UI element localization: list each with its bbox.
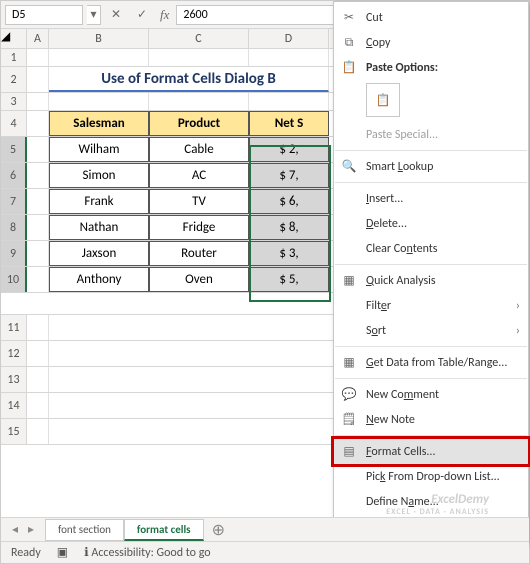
col-header-d[interactable]: D: [249, 29, 329, 48]
sheet-tab-font-section[interactable]: font section: [45, 519, 124, 541]
menu-sort[interactable]: Sort›: [334, 318, 528, 343]
menu-insert[interactable]: Insert...: [334, 186, 528, 211]
enter-fx-button[interactable]: ✓: [131, 5, 153, 25]
row-header[interactable]: 5: [1, 137, 27, 162]
select-all-corner[interactable]: ◢: [1, 29, 27, 48]
sheet-tab-format-cells[interactable]: format cells: [124, 519, 204, 541]
tab-nav-prev[interactable]: ◂: [7, 522, 23, 537]
row-header[interactable]: 12: [1, 341, 27, 366]
cell[interactable]: $ 2,: [249, 137, 329, 162]
status-bar: Ready ▣ ℹ Accessibility: Good to go: [1, 541, 529, 563]
name-box-dropdown[interactable]: ▾: [87, 5, 101, 25]
cell[interactable]: Oven: [149, 267, 249, 292]
table-header[interactable]: Net S: [249, 111, 329, 136]
row-header[interactable]: 11: [1, 315, 27, 340]
comment-icon: 💬: [340, 386, 358, 404]
macro-record-icon[interactable]: ▣: [57, 545, 68, 560]
copy-icon: ⧉: [340, 34, 358, 52]
status-accessibility[interactable]: ℹ Accessibility: Good to go: [84, 545, 211, 560]
chevron-right-icon: ›: [516, 324, 520, 338]
cell[interactable]: Fridge: [149, 215, 249, 240]
menu-pick-dropdown[interactable]: Pick From Drop-down List...: [334, 464, 528, 489]
sheet-tabs: ◂ ▸ font section format cells ⊕: [1, 517, 529, 541]
menu-cut[interactable]: ✂Cut: [334, 5, 528, 30]
cell[interactable]: $ 7,: [249, 163, 329, 188]
menu-paste-special: Paste Special...: [334, 122, 528, 147]
row-header[interactable]: 3: [1, 93, 27, 110]
page-title: Use of Format Cells Dialog B: [101, 70, 276, 88]
name-box[interactable]: D5: [5, 5, 83, 25]
quick-analysis-icon: ▦: [340, 272, 358, 290]
note-icon: 🗒: [340, 411, 358, 429]
cell[interactable]: Jaxson: [49, 241, 149, 266]
cell[interactable]: Frank: [49, 189, 149, 214]
menu-define-name[interactable]: Define Name...: [334, 489, 528, 514]
cell[interactable]: Simon: [49, 163, 149, 188]
menu-filter[interactable]: Filter›: [334, 293, 528, 318]
paste-icon: 📋: [340, 59, 358, 77]
row-header[interactable]: 15: [1, 419, 27, 444]
cell[interactable]: $ 5,: [249, 267, 329, 292]
menu-clear-contents[interactable]: Clear Contents: [334, 236, 528, 261]
row-header[interactable]: 2: [1, 67, 27, 92]
cancel-fx-button[interactable]: ✕: [105, 5, 127, 25]
tab-nav-next[interactable]: ▸: [23, 522, 39, 537]
menu-delete[interactable]: Delete...: [334, 211, 528, 236]
col-header-a[interactable]: A: [27, 29, 49, 48]
table-header[interactable]: Salesman: [49, 111, 149, 136]
cell[interactable]: Anthony: [49, 267, 149, 292]
chevron-right-icon: ›: [516, 299, 520, 313]
context-menu: ✂Cut ⧉Copy 📋Paste Options: 📋 Paste Speci…: [333, 1, 529, 543]
menu-paste-options-label: 📋Paste Options:: [334, 55, 528, 80]
status-ready: Ready: [11, 546, 41, 560]
row-header[interactable]: 7: [1, 189, 27, 214]
cell[interactable]: Wilham: [49, 137, 149, 162]
table-header[interactable]: Product: [149, 111, 249, 136]
row-header[interactable]: 8: [1, 215, 27, 240]
row-header[interactable]: 4: [1, 111, 27, 136]
clipboard-icon: 📋: [366, 83, 400, 117]
menu-quick-analysis[interactable]: ▦Quick Analysis: [334, 268, 528, 293]
col-header-b[interactable]: B: [49, 29, 149, 48]
cell[interactable]: Cable: [149, 137, 249, 162]
menu-new-comment[interactable]: 💬New Comment: [334, 382, 528, 407]
cell[interactable]: $ 3,: [249, 241, 329, 266]
menu-smart-lookup[interactable]: 🔍Smart Lookup: [334, 154, 528, 179]
menu-new-note[interactable]: 🗒New Note: [334, 407, 528, 432]
cell[interactable]: Nathan: [49, 215, 149, 240]
search-icon: 🔍: [340, 158, 358, 176]
row-header[interactable]: 14: [1, 393, 27, 418]
cell[interactable]: $ 8,: [249, 215, 329, 240]
col-header-c[interactable]: C: [149, 29, 249, 48]
menu-copy[interactable]: ⧉Copy: [334, 30, 528, 55]
row-header[interactable]: 6: [1, 163, 27, 188]
menu-paste-option-default: 📋: [334, 80, 528, 122]
cell[interactable]: Router: [149, 241, 249, 266]
cell[interactable]: $ 6,: [249, 189, 329, 214]
fx-label: fx: [157, 7, 172, 23]
format-cells-icon: ▤: [340, 443, 358, 461]
add-sheet-button[interactable]: ⊕: [204, 520, 233, 540]
cell[interactable]: AC: [149, 163, 249, 188]
row-header[interactable]: 10: [1, 267, 27, 292]
row-header[interactable]: 9: [1, 241, 27, 266]
cut-icon: ✂: [340, 9, 358, 27]
row-header[interactable]: 1: [1, 49, 27, 66]
cell[interactable]: TV: [149, 189, 249, 214]
menu-format-cells[interactable]: ▤Format Cells...: [334, 439, 528, 464]
table-icon: ▦: [340, 354, 358, 372]
row-header[interactable]: 13: [1, 367, 27, 392]
menu-get-data-table[interactable]: ▦Get Data from Table/Range...: [334, 350, 528, 375]
